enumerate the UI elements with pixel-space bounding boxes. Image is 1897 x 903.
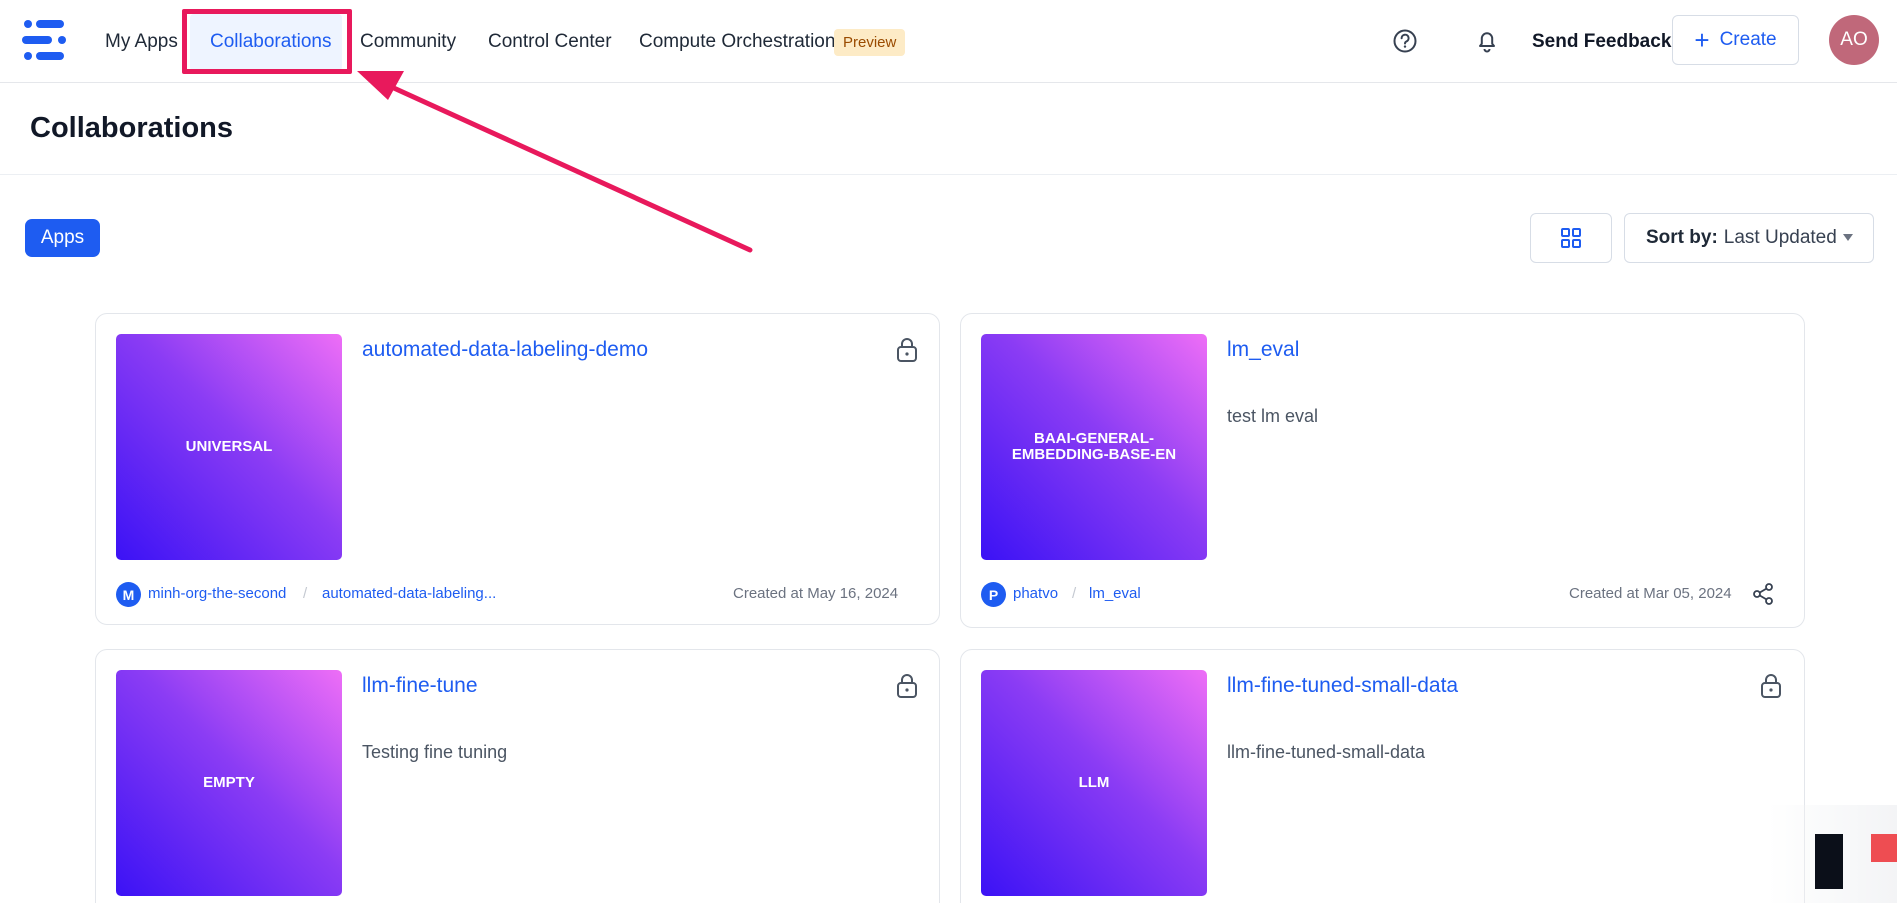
nav-compute-orchestration[interactable]: Compute Orchestration (639, 0, 835, 83)
nav-my-apps[interactable]: My Apps (105, 0, 178, 83)
grid-icon (1561, 228, 1581, 248)
create-button[interactable]: + Create (1672, 15, 1799, 65)
app-description: Testing fine tuning (362, 742, 508, 762)
org-avatar: P (981, 582, 1006, 607)
app-description: llm-fine-tuned-small-data (1227, 742, 1426, 762)
grid-view-toggle[interactable] (1530, 213, 1612, 263)
app-id-link[interactable]: automated-data-labeling... (322, 585, 496, 602)
app-thumbnail: EMPTY (116, 670, 342, 896)
org-link[interactable]: minh-org-the-second (148, 585, 286, 602)
top-nav: My Apps Collaborations Community Control… (0, 0, 1897, 83)
org-avatar: M (116, 582, 141, 607)
app-id-link[interactable]: lm_eval (1089, 585, 1141, 602)
app-title-link[interactable]: automated-data-labeling-demo (362, 338, 648, 362)
app-thumbnail: LLM (981, 670, 1207, 896)
sort-value: Last Updated (1723, 227, 1837, 248)
app-card[interactable]: LLM llm-fine-tuned-small-data llm-fine-t… (960, 649, 1805, 903)
app-description: test lm eval (1227, 406, 1319, 426)
annotation-highlight-box (182, 9, 352, 74)
app-title-link[interactable]: lm_eval (1227, 338, 1299, 362)
app-title-link[interactable]: llm-fine-tuned-small-data (1227, 674, 1458, 698)
create-button-label: Create (1719, 29, 1777, 50)
breadcrumb-separator: / (303, 585, 308, 602)
app-title-link[interactable]: llm-fine-tune (362, 674, 478, 698)
app-card[interactable]: UNIVERSAL automated-data-labeling-demo M… (95, 313, 940, 625)
breadcrumb-separator: / (1072, 585, 1077, 602)
created-date: Created at May 16, 2024 (733, 585, 899, 602)
lock-icon (897, 674, 917, 698)
created-date: Created at Mar 05, 2024 (1569, 585, 1732, 602)
app-thumbnail: UNIVERSAL (116, 334, 342, 560)
bell-icon[interactable] (1472, 26, 1502, 56)
lock-icon (1761, 674, 1781, 698)
plus-icon: + (1694, 25, 1710, 55)
send-feedback-link[interactable]: Send Feedback (1532, 0, 1671, 83)
lock-icon (897, 338, 917, 362)
nav-community[interactable]: Community (360, 0, 456, 83)
card-footer: P phatvo / lm_eval Created at Mar 05, 20… (981, 582, 1786, 608)
app-card[interactable]: BAAI-GENERAL-EMBEDDING-BASE-EN lm_eval t… (960, 313, 1805, 628)
app-thumbnail: BAAI-GENERAL-EMBEDDING-BASE-EN (981, 334, 1207, 560)
preview-badge: Preview (834, 29, 906, 56)
user-avatar[interactable]: AO (1829, 15, 1879, 65)
help-circle-icon[interactable] (1390, 26, 1420, 56)
header-divider (0, 174, 1897, 175)
sort-label: Sort by: (1646, 227, 1718, 248)
page-title: Collaborations (30, 112, 234, 144)
org-link[interactable]: phatvo (1013, 585, 1058, 602)
caret-down-icon (1843, 234, 1853, 241)
clarifai-logo-icon[interactable] (22, 20, 68, 60)
apps-filter-pill[interactable]: Apps (25, 219, 100, 257)
nav-control-center[interactable]: Control Center (488, 0, 612, 83)
app-card[interactable]: EMPTY llm-fine-tune Testing fine tuning (95, 649, 940, 903)
share-icon[interactable] (1751, 582, 1775, 606)
corner-widget-dark-block (1815, 834, 1843, 889)
sort-dropdown[interactable]: Sort by: Last Updated (1624, 213, 1874, 263)
card-footer: M minh-org-the-second / automated-data-l… (116, 582, 921, 608)
corner-widget-red-block (1871, 834, 1897, 862)
